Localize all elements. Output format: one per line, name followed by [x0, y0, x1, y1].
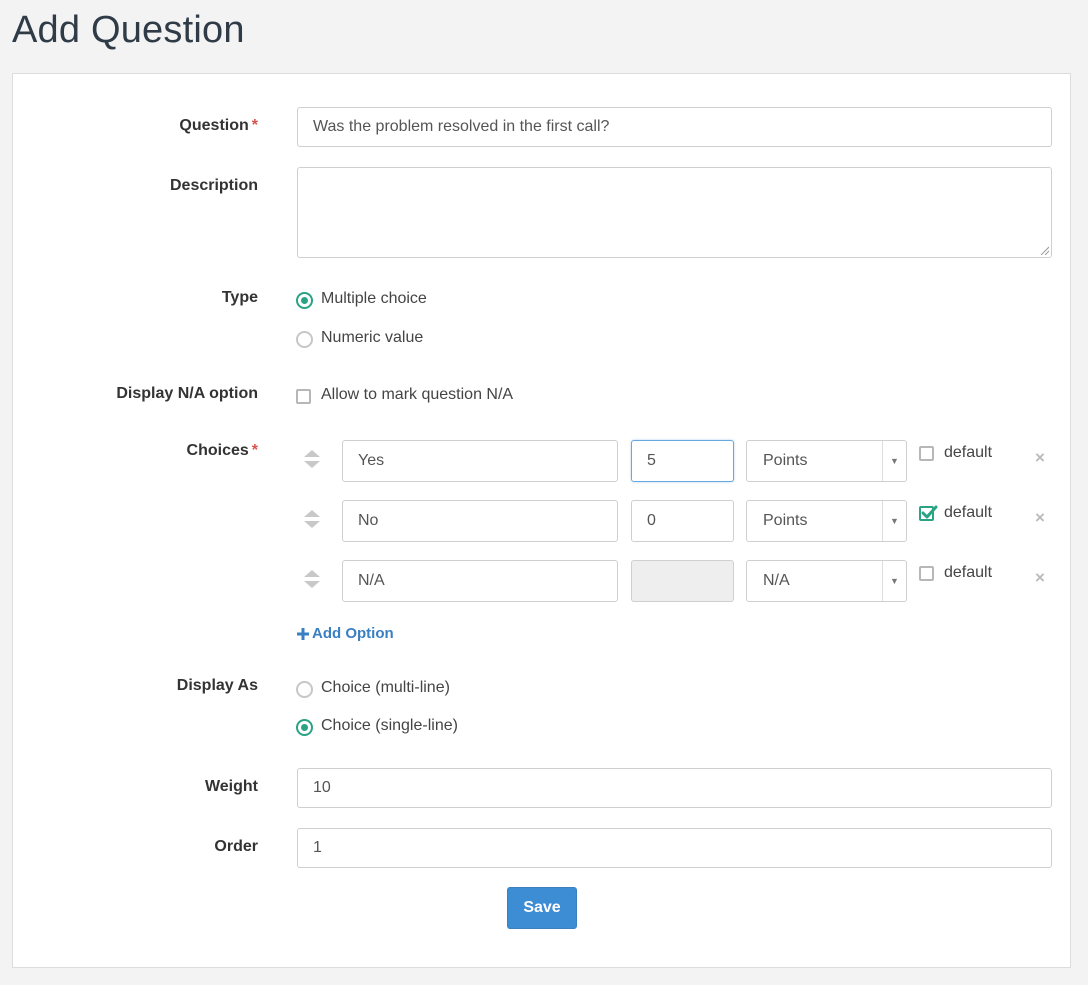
- save-button[interactable]: Save: [507, 887, 577, 929]
- choice-text-input[interactable]: No: [342, 500, 618, 542]
- choice-unit-value: Points: [763, 512, 808, 529]
- choice-value-text: 0: [647, 512, 656, 529]
- display-as-single-line-radio[interactable]: [296, 719, 313, 736]
- resize-handle-icon[interactable]: [1039, 245, 1049, 255]
- na-option-checkbox-label[interactable]: Allow to mark question N/A: [321, 386, 513, 404]
- add-option-button[interactable]: Add Option: [297, 625, 394, 642]
- weight-label: Weight: [204, 778, 258, 795]
- chevron-down-icon: ▼: [882, 501, 906, 541]
- display-as-multi-line-label[interactable]: Choice (multi-line): [321, 679, 450, 697]
- drag-handle-icon[interactable]: [303, 568, 321, 590]
- choices-label: Choices *: [186, 442, 258, 459]
- choice-unit-select[interactable]: Points ▼: [746, 440, 907, 482]
- chevron-down-icon: ▼: [882, 561, 906, 601]
- type-multiple-choice-radio[interactable]: [296, 292, 313, 309]
- plus-icon: [297, 627, 309, 640]
- description-label: Description: [169, 177, 258, 194]
- order-input-value: 1: [313, 839, 322, 856]
- display-as-multi-line-radio[interactable]: [296, 681, 313, 698]
- choice-default-label[interactable]: default: [944, 444, 992, 462]
- required-marker: *: [251, 442, 258, 459]
- choice-unit-value: Points: [763, 452, 808, 469]
- choice-value-text: 5: [647, 452, 656, 469]
- choice-default-checkbox[interactable]: [919, 446, 934, 461]
- choice-unit-select[interactable]: N/A ▼: [746, 560, 907, 602]
- na-option-label: Display N/A option: [116, 385, 258, 402]
- choice-text-input[interactable]: Yes: [342, 440, 618, 482]
- choice-text-input[interactable]: N/A: [342, 560, 618, 602]
- question-label: Question *: [179, 117, 258, 134]
- type-numeric-value-label[interactable]: Numeric value: [321, 329, 423, 347]
- drag-handle-icon[interactable]: [303, 448, 321, 470]
- description-textarea[interactable]: [297, 167, 1052, 258]
- choice-value-input[interactable]: 5: [631, 440, 734, 482]
- choice-unit-value: N/A: [763, 572, 790, 589]
- type-multiple-choice-label[interactable]: Multiple choice: [321, 290, 427, 308]
- choice-default-checkbox[interactable]: [919, 505, 938, 521]
- order-label: Order: [214, 838, 258, 855]
- order-input[interactable]: 1: [297, 828, 1052, 868]
- choice-unit-select[interactable]: Points ▼: [746, 500, 907, 542]
- add-option-label: Add Option: [312, 625, 394, 642]
- required-marker: *: [251, 117, 258, 134]
- choice-default-label[interactable]: default: [944, 504, 992, 522]
- question-input-value: Was the problem resolved in the first ca…: [313, 118, 610, 135]
- remove-choice-icon[interactable]: ×: [1035, 508, 1045, 528]
- display-as-label: Display As: [176, 677, 258, 694]
- chevron-down-icon: ▼: [882, 441, 906, 481]
- choice-text-value: Yes: [358, 452, 385, 469]
- type-numeric-value-radio[interactable]: [296, 331, 313, 348]
- display-as-single-line-label[interactable]: Choice (single-line): [321, 717, 458, 735]
- weight-input-value: 10: [313, 779, 331, 796]
- choice-value-input-disabled: [631, 560, 734, 602]
- choice-text-value: No: [358, 512, 379, 529]
- choice-default-label[interactable]: default: [944, 564, 992, 582]
- na-option-checkbox[interactable]: [296, 389, 311, 404]
- drag-handle-icon[interactable]: [303, 508, 321, 530]
- question-input[interactable]: Was the problem resolved in the first ca…: [297, 107, 1052, 147]
- choice-text-value: N/A: [358, 572, 385, 589]
- remove-choice-icon[interactable]: ×: [1035, 568, 1045, 588]
- weight-input[interactable]: 10: [297, 768, 1052, 808]
- question-form-panel: Question * Was the problem resolved in th…: [12, 73, 1071, 968]
- checkmark-icon: [921, 505, 938, 519]
- choice-value-input[interactable]: 0: [631, 500, 734, 542]
- choice-default-checkbox[interactable]: [919, 566, 934, 581]
- type-label: Type: [221, 289, 258, 306]
- page-title: Add Question: [12, 9, 245, 51]
- remove-choice-icon[interactable]: ×: [1035, 448, 1045, 468]
